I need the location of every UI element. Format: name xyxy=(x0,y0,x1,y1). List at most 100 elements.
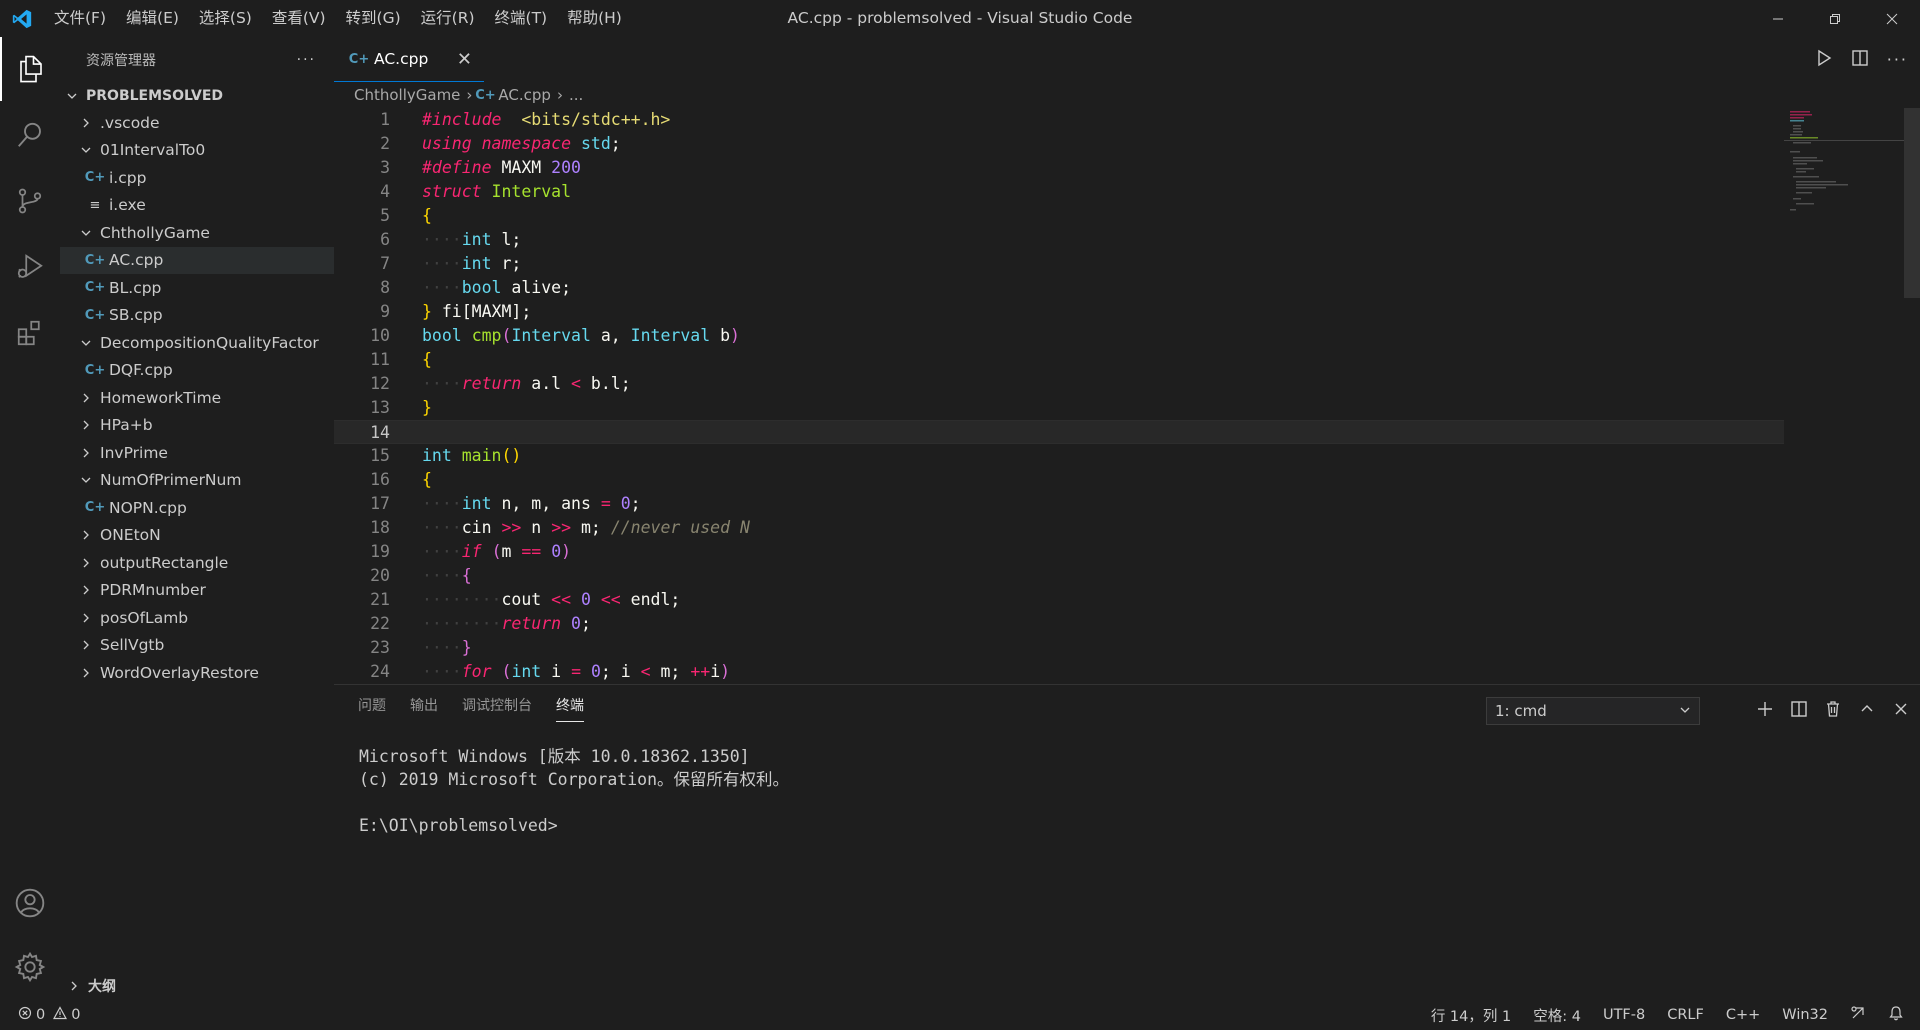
code-line: 4 struct Interval xyxy=(334,180,1784,204)
code-line: 18 ····cin >> n >> m; //never used N xyxy=(334,516,1784,540)
code-editor[interactable]: 1 #include <bits/stdc++.h> 2 using namespac… xyxy=(334,108,1784,684)
code-line: 22 ········return 0; xyxy=(334,612,1784,636)
language-mode[interactable]: C++ xyxy=(1726,1007,1760,1023)
close-window-icon[interactable] xyxy=(1863,0,1920,37)
exe-file-icon: ≡ xyxy=(89,197,101,213)
line-ending[interactable]: CRLF xyxy=(1667,1007,1704,1023)
line-number: 1 xyxy=(380,110,390,129)
settings-gear-icon[interactable] xyxy=(0,935,60,999)
platform[interactable]: Win32 xyxy=(1782,1007,1828,1023)
menu-item[interactable]: 文件(F) xyxy=(44,0,116,37)
split-terminal-icon[interactable] xyxy=(1790,700,1808,722)
tree-file[interactable]: C+ i.cpp xyxy=(60,164,334,192)
tree-folder[interactable]: PDRMnumber xyxy=(60,577,334,605)
panel-tab[interactable]: 输出 xyxy=(410,695,438,715)
panel-tab[interactable]: 调试控制台 xyxy=(462,695,532,715)
line-number: 7 xyxy=(380,254,390,273)
kill-terminal-trash-icon[interactable] xyxy=(1824,700,1842,722)
menu-item[interactable]: 选择(S) xyxy=(189,0,262,37)
close-tab-icon[interactable]: ✕ xyxy=(457,49,472,70)
code-line: 21 ········cout << 0 << endl; xyxy=(334,588,1784,612)
tree-folder[interactable]: ONEtoN xyxy=(60,522,334,550)
source-control-icon[interactable] xyxy=(0,169,60,233)
chevron-down-icon xyxy=(78,144,94,156)
tree-folder[interactable]: posOfLamb xyxy=(60,604,334,632)
menu-item[interactable]: 转到(G) xyxy=(336,0,411,37)
tree-folder[interactable]: ChthollyGame xyxy=(60,219,334,247)
menu-item[interactable]: 编辑(E) xyxy=(116,0,189,37)
run-code-icon[interactable] xyxy=(1815,49,1833,71)
restore-icon[interactable] xyxy=(1806,0,1863,37)
tree-folder[interactable]: .vscode xyxy=(60,109,334,137)
menu-bar: 文件(F) 编辑(E) 选择(S) 查看(V) 转到(G) 运行(R) 终端(T) 帮助(H) xyxy=(44,0,632,37)
tree-folder[interactable]: InvPrime xyxy=(60,439,334,467)
editor-actions: ··· xyxy=(1815,37,1908,82)
feedback-icon[interactable] xyxy=(1850,1005,1866,1025)
new-terminal-icon[interactable] xyxy=(1756,700,1774,722)
terminal-select[interactable]: 1: cmd xyxy=(1486,697,1700,725)
extensions-icon[interactable] xyxy=(0,301,60,365)
tree-item-label: AC.cpp xyxy=(109,251,164,270)
cpp-file-icon: C+ xyxy=(84,252,106,268)
editor-scrollbar[interactable] xyxy=(1904,108,1920,298)
menu-item[interactable]: 运行(R) xyxy=(411,0,485,37)
tree-folder[interactable]: SellVgtb xyxy=(60,632,334,660)
tree-file[interactable]: C+ BL.cpp xyxy=(60,274,334,302)
tree-folder[interactable]: 01IntervalTo0 xyxy=(60,137,334,165)
panel-tab[interactable]: 终端 xyxy=(556,695,584,722)
breadcrumb-folder[interactable]: ChthollyGame xyxy=(354,86,460,104)
chevron-right-icon xyxy=(78,447,94,459)
problems-status[interactable]: 0 0 xyxy=(18,1006,80,1024)
tree-folder[interactable]: HPa+b xyxy=(60,412,334,440)
terminal-output[interactable]: Microsoft Windows [版本 10.0.18362.1350] (c… xyxy=(359,745,789,837)
more-actions-icon[interactable]: ··· xyxy=(297,52,316,68)
code-text: struct Interval xyxy=(422,182,572,201)
run-debug-icon[interactable] xyxy=(0,235,60,299)
search-icon[interactable] xyxy=(0,103,60,167)
minimize-icon[interactable] xyxy=(1749,0,1806,37)
editor-more-icon[interactable]: ··· xyxy=(1887,50,1908,69)
encoding[interactable]: UTF-8 xyxy=(1603,1007,1645,1023)
indentation[interactable]: 空格: 4 xyxy=(1533,1005,1581,1026)
cursor-position[interactable]: 行 14，列 1 xyxy=(1431,1005,1511,1026)
code-line: 12 ····return a.l < b.l; xyxy=(334,372,1784,396)
breadcrumb-symbol[interactable]: ... xyxy=(569,86,583,104)
line-number: 8 xyxy=(380,278,390,297)
workspace-section-header[interactable]: PROBLEMSOLVED xyxy=(60,82,334,109)
notifications-bell-icon[interactable] xyxy=(1888,1005,1904,1025)
outline-section-header[interactable]: 大纲 xyxy=(60,972,334,1000)
tree-file[interactable]: C+ AC.cpp xyxy=(60,246,334,274)
close-panel-icon[interactable] xyxy=(1892,700,1910,722)
menu-item[interactable]: 查看(V) xyxy=(262,0,336,37)
tree-file[interactable]: C+ SB.cpp xyxy=(60,302,334,330)
tree-folder[interactable]: DecompositionQualityFactor xyxy=(60,329,334,357)
explorer-icon[interactable] xyxy=(0,37,60,101)
account-icon[interactable] xyxy=(0,871,60,935)
tree-folder[interactable]: WordOverlayRestore xyxy=(60,659,334,687)
menu-item[interactable]: 终端(T) xyxy=(485,0,558,37)
tree-folder[interactable]: outputRectangle xyxy=(60,549,334,577)
code-line: 17 ····int n, m, ans = 0; xyxy=(334,492,1784,516)
line-number: 16 xyxy=(370,470,390,489)
panel-tab[interactable]: 问题 xyxy=(358,695,386,715)
breadcrumb: ChthollyGame › C+ AC.cpp › ... xyxy=(354,82,583,108)
tree-folder[interactable]: NumOfPrimerNum xyxy=(60,467,334,495)
tree-file[interactable]: ≡ i.exe xyxy=(60,192,334,220)
chevron-down-icon xyxy=(78,227,94,239)
code-text: { xyxy=(422,206,432,225)
tree-item-label: NOPN.cpp xyxy=(109,498,187,517)
tree-file[interactable]: C+ NOPN.cpp xyxy=(60,494,334,522)
tree-folder[interactable]: HomeworkTime xyxy=(60,384,334,412)
tab-ac-cpp[interactable]: C+ AC.cpp ✕ xyxy=(334,37,484,82)
chevron-right-icon xyxy=(78,529,94,541)
menu-item[interactable]: 帮助(H) xyxy=(557,0,632,37)
maximize-panel-chevron-up-icon[interactable] xyxy=(1858,700,1876,722)
line-number: 4 xyxy=(380,182,390,201)
cpp-file-icon: C+ xyxy=(84,362,106,378)
tree-file[interactable]: C+ DQF.cpp xyxy=(60,357,334,385)
breadcrumb-file[interactable]: AC.cpp xyxy=(498,86,551,104)
code-text: ····int n, m, ans = 0; xyxy=(422,494,641,513)
split-editor-icon[interactable] xyxy=(1851,49,1869,71)
line-number: 19 xyxy=(370,542,390,561)
minimap[interactable] xyxy=(1784,108,1904,684)
